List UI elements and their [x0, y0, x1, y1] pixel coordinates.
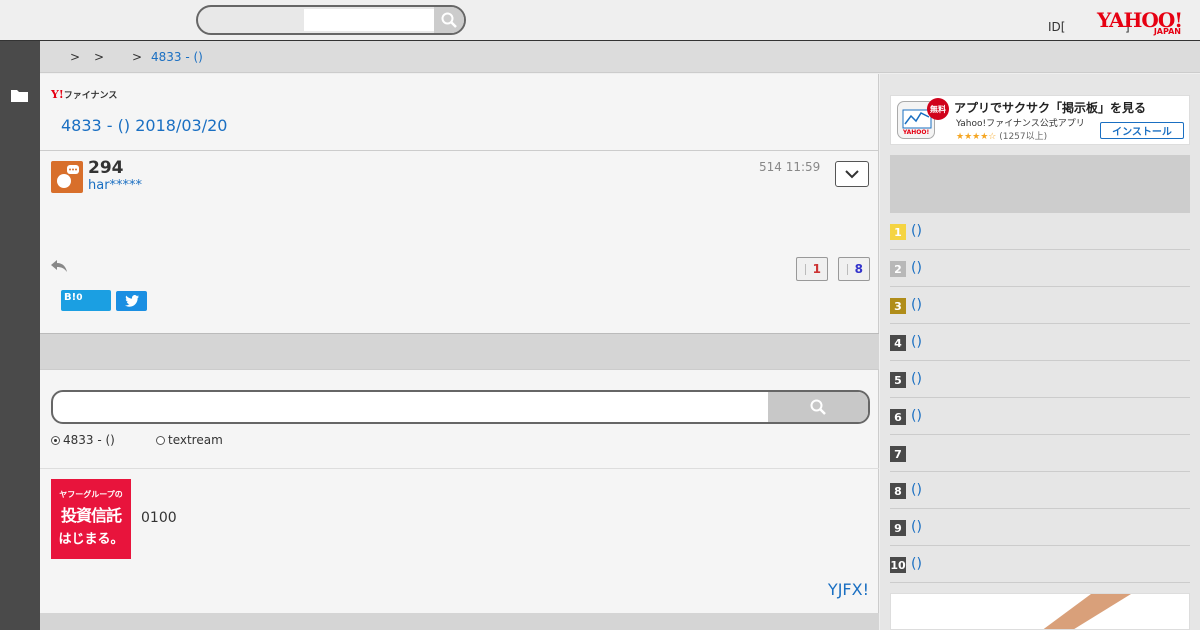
folder-icon[interactable] [11, 89, 28, 102]
board-title[interactable]: 4833 - () 2018/03/20 [61, 116, 227, 135]
list-item[interactable]: 2 () [890, 250, 1190, 287]
app-ad-title: アプリでサクサク「掲示板」を見る [954, 101, 1147, 115]
ranking-link[interactable]: () [911, 297, 922, 313]
header-search-button[interactable] [434, 7, 464, 33]
ranking-link[interactable]: () [911, 334, 922, 350]
app-promo-ad[interactable]: YAHOO! 無料 アプリでサクサク「掲示板」を見る Yahoo!ファイナンス公… [890, 95, 1190, 145]
ranking-link[interactable]: () [911, 260, 922, 276]
divider [40, 468, 879, 469]
radio-button-selected[interactable] [51, 435, 60, 445]
vote-agree-count: 1 [812, 262, 821, 276]
ad-banner-line2: 投資信託 [60, 506, 122, 525]
rating-stars: ★★★★☆ [956, 132, 997, 142]
breadcrumb: > > > 4833 - () [40, 41, 1200, 73]
right-sidebar: YAHOO! 無料 アプリでサクサク「掲示板」を見る Yahoo!ファイナンス公… [880, 74, 1200, 630]
radio-option-textream[interactable]: textream [156, 433, 223, 447]
hatena-count: 0 [76, 293, 83, 303]
ranking-link[interactable]: () [911, 519, 922, 535]
fund-ad-banner[interactable]: ヤフーグループの 投資信託 はじまる。 [51, 479, 131, 559]
app-rating: ★★★★☆ (1257以上) [956, 129, 1047, 142]
twitter-bird-icon [124, 295, 139, 307]
finance-logo-text: ファイナンス [63, 91, 118, 101]
ad-image [1043, 594, 1131, 629]
list-item[interactable]: 10 () [890, 546, 1190, 583]
install-button[interactable]: インストール [1100, 122, 1184, 139]
ranking-link[interactable]: () [911, 371, 922, 387]
avatar[interactable] [51, 161, 83, 193]
rank-badge: 9 [890, 520, 906, 536]
free-badge: 無料 [927, 98, 949, 120]
post-timestamp: 514 11:59 [759, 160, 821, 174]
yahoo-japan-logo[interactable]: YAHOO! JAPAN [1097, 10, 1187, 36]
user-id-text: ID[ [1048, 20, 1066, 34]
vote-disagree-count: 8 [854, 262, 863, 276]
ranking-link[interactable]: () [911, 223, 922, 239]
ranking-link[interactable]: () [911, 482, 922, 498]
list-item[interactable]: 4 () [890, 324, 1190, 361]
radio-label-board: 4833 - () [63, 433, 115, 447]
user-avatar-icon [57, 165, 79, 188]
left-rail [0, 41, 40, 630]
list-item[interactable]: 8 () [890, 472, 1190, 509]
list-item[interactable]: 5 () [890, 361, 1190, 398]
top-header: ID[ ] YAHOO! JAPAN [0, 0, 1200, 41]
hatena-label: B! [64, 292, 77, 303]
chevron-down-icon [845, 169, 859, 178]
post-number: 294 [88, 158, 124, 178]
rank-badge: 7 [890, 446, 906, 462]
radio-label-textream: textream [168, 433, 223, 447]
list-item[interactable]: 9 () [890, 509, 1190, 546]
breadcrumb-separator: > [94, 50, 105, 64]
search-icon [810, 399, 826, 415]
post-username[interactable]: har***** [88, 178, 142, 193]
rank-badge: 8 [890, 483, 906, 499]
vote-disagree-button[interactable]: 8 [838, 257, 870, 281]
ranking-link[interactable]: () [911, 408, 922, 424]
vote-agree-button[interactable]: 1 [796, 257, 828, 281]
divider [40, 150, 879, 151]
rank-badge: 2 [890, 261, 906, 277]
ad-banner-line3: はじまる。 [58, 532, 124, 547]
ranking-list: 1 () 2 () 3 () 4 () 5 () 6 () 7 8 () 9 () 10 () [890, 213, 1190, 583]
breadcrumb-current[interactable]: 4833 - () [151, 50, 203, 64]
header-search-input[interactable] [304, 9, 434, 31]
finance-logo-mark: Y! [51, 88, 64, 101]
list-item[interactable]: 1 () [890, 213, 1190, 250]
fx-link[interactable]: YJFX! [828, 580, 869, 599]
logo-sub-text: JAPAN [1153, 27, 1181, 36]
hatena-bookmark-button[interactable]: B!0 [61, 290, 111, 311]
header-search-box [196, 5, 466, 35]
main-content: Y!ファイナンス 4833 - () 2018/03/20 294 har***… [40, 74, 879, 630]
ad-banner-line1: ヤフーグループの [59, 490, 123, 499]
rank-badge: 10 [890, 557, 906, 573]
rank-badge: 1 [890, 224, 906, 240]
sidebar-ad-image[interactable] [890, 593, 1190, 630]
reply-icon[interactable] [50, 258, 68, 274]
list-item[interactable]: 3 () [890, 287, 1190, 324]
post-menu-button[interactable] [835, 161, 869, 187]
list-item[interactable]: 6 () [890, 398, 1190, 435]
ad-placeholder [890, 155, 1190, 213]
search-icon [441, 12, 457, 28]
breadcrumb-separator: > [70, 50, 81, 64]
app-icon-label: YAHOO! [902, 129, 930, 136]
board-search-button[interactable] [768, 392, 868, 422]
section-band [40, 333, 879, 370]
rank-badge: 5 [890, 372, 906, 388]
rank-badge: 4 [890, 335, 906, 351]
rank-badge: 3 [890, 298, 906, 314]
app-ad-subtitle: Yahoo!ファイナンス公式アプリ [956, 119, 1085, 129]
list-item[interactable]: 7 [890, 435, 1190, 472]
rating-count: (1257以上) [999, 132, 1048, 142]
section-band [40, 613, 879, 630]
ad-text[interactable]: 0100 [141, 510, 177, 526]
breadcrumb-separator: > [132, 50, 143, 64]
ranking-link[interactable]: () [911, 556, 922, 572]
radio-option-board[interactable]: 4833 - () [51, 433, 115, 447]
board-search-box[interactable] [51, 390, 870, 424]
twitter-share-button[interactable] [116, 291, 147, 311]
radio-button[interactable] [156, 435, 165, 445]
finance-logo[interactable]: Y!ファイナンス [51, 88, 117, 101]
rank-badge: 6 [890, 409, 906, 425]
